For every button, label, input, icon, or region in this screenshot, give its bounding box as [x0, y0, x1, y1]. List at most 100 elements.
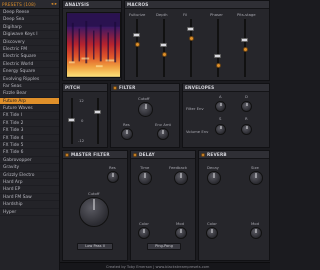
preset-item[interactable]: Electric FM [0, 46, 59, 54]
reverb-size-knob[interactable] [249, 171, 263, 185]
filter-cutoff-knob[interactable] [138, 102, 153, 117]
analysis-header: ANALYSIS [63, 1, 121, 9]
pitch-title: PITCH [65, 85, 81, 90]
reverb-mod-label: Mod [251, 221, 260, 226]
credits-footer: Created by Toby Emerson | www.blackstrea… [60, 262, 270, 270]
delay-time-label: Time [140, 165, 150, 170]
delay-color-knob[interactable] [138, 227, 150, 239]
pitch-header: PITCH [63, 84, 107, 92]
master-filter-res-knob[interactable] [107, 171, 119, 183]
preset-item[interactable]: Digiwave Keys I [0, 31, 59, 39]
filter-title: FILTER [119, 85, 136, 90]
spectrogram-display [66, 12, 121, 78]
preset-item[interactable]: Grizzly Electro [0, 172, 59, 179]
macro-mod-indicator-5 [242, 46, 248, 52]
macro-fader-handle-1[interactable] [133, 32, 140, 37]
preset-item[interactable]: FX Tide 3 [0, 127, 59, 135]
preset-item[interactable]: Deep Reese [0, 9, 59, 17]
preset-item[interactable]: FX Tide 6 [0, 149, 59, 157]
macro-fader-handle-5[interactable] [241, 37, 248, 42]
preset-item[interactable]: Far Seas [0, 83, 59, 91]
delay-title: DELAY [139, 152, 155, 157]
envelopes-title: ENVELOPES [185, 85, 215, 90]
master-filter-cutoff-knob[interactable] [79, 197, 109, 227]
env-decay-label: D [245, 94, 248, 99]
reverb-decay-knob[interactable] [207, 171, 221, 185]
macro-fader-handle-3[interactable] [187, 27, 194, 32]
macro-mod-indicator-3 [188, 36, 194, 42]
macro-fader-handle-2[interactable] [160, 43, 167, 48]
preset-item[interactable]: Electric World [0, 61, 59, 69]
preset-item[interactable]: FX Tide 2 [0, 120, 59, 128]
preset-item[interactable]: Hardship [0, 201, 59, 209]
pitch-range-track [97, 98, 99, 144]
preset-item[interactable]: Energy Square [0, 68, 59, 76]
delay-power-toggle[interactable] [133, 152, 137, 157]
preset-item[interactable]: Hyper [0, 209, 59, 216]
master-filter-type-button[interactable]: Low Pass II [77, 243, 113, 250]
preset-item[interactable]: Gabrovopper [0, 157, 59, 165]
macro-label-1: Fulturize [129, 12, 146, 17]
preset-browser: PRESETS (108) ◂ ▸ Deep Reese Deep Sea Digi… [0, 0, 60, 270]
filter-env-decay-knob[interactable] [241, 101, 252, 112]
preset-item[interactable]: Fizzle Bear [0, 90, 59, 98]
delay-color-label: Color [139, 221, 149, 226]
filter-panel: FILTER Cutoff Res Env Amt [110, 83, 180, 148]
env-attack-label: A [219, 94, 222, 99]
pitch-scale-mid: 0 [81, 118, 84, 123]
env-release-label: R [245, 116, 248, 121]
filter-header: FILTER [111, 84, 179, 92]
preset-browser-header: PRESETS (108) ◂ ▸ [0, 0, 59, 9]
volume-env-sustain-knob[interactable] [215, 124, 226, 135]
reverb-header: REVERB [199, 151, 269, 159]
preset-item[interactable]: Evolving Ripples [0, 76, 59, 83]
preset-item[interactable]: Electric Square [0, 53, 59, 61]
macro-fader-handle-4[interactable] [214, 54, 221, 59]
preset-item[interactable]: FX Tide 5 [0, 142, 59, 150]
filter-cutoff-label: Cutoff [138, 96, 150, 101]
reverb-size-label: Size [251, 165, 259, 170]
delay-feedback-knob[interactable] [174, 171, 188, 185]
filter-res-knob[interactable] [121, 128, 133, 140]
delay-mode-button[interactable]: Ping-Pong [147, 243, 181, 250]
preset-item[interactable]: Digiharp [0, 24, 59, 32]
volume-env-release-knob[interactable] [241, 124, 252, 135]
reverb-color-knob[interactable] [206, 227, 218, 239]
preset-item[interactable]: Hard EP [0, 186, 59, 194]
preset-item[interactable]: Gravity [0, 164, 59, 172]
macro-fader-track-4 [217, 19, 219, 77]
preset-item[interactable]: Deep Sea [0, 16, 59, 24]
delay-time-knob[interactable] [138, 171, 152, 185]
preset-item-selected[interactable]: Future Arp [0, 97, 59, 106]
macro-mod-indicator-1 [134, 41, 140, 47]
reverb-mod-knob[interactable] [250, 227, 262, 239]
filter-env-amt-knob[interactable] [157, 128, 169, 140]
envelopes-header: ENVELOPES [183, 84, 269, 92]
preset-nav-arrows[interactable]: ◂ ▸ [51, 2, 57, 7]
delay-feedback-label: Feedback [169, 165, 188, 170]
preset-item[interactable]: Hard FM Saw [0, 194, 59, 202]
reverb-decay-label: Decay [207, 165, 219, 170]
reverb-title: REVERB [207, 152, 227, 157]
preset-item[interactable]: Discovery [0, 39, 59, 46]
filter-power-toggle[interactable] [113, 85, 117, 90]
filter-env-label: Filter Env [186, 106, 204, 111]
master-filter-power-toggle[interactable] [65, 152, 69, 157]
filter-env-amt-label: Env Amt [155, 122, 172, 127]
macro-label-5: Pits-stage [237, 12, 256, 17]
delay-mod-label: Mod [176, 221, 185, 226]
delay-mod-knob[interactable] [175, 227, 187, 239]
preset-item[interactable]: FX Tide 4 [0, 135, 59, 143]
analysis-title: ANALYSIS [65, 2, 90, 7]
filter-env-attack-knob[interactable] [215, 101, 226, 112]
reverb-color-label: Color [207, 221, 217, 226]
macro-label-2: Depth [156, 12, 168, 17]
preset-item[interactable]: Future Waves [0, 105, 59, 113]
pitch-range-handle[interactable] [94, 110, 101, 114]
pitch-bend-handle[interactable] [68, 118, 75, 122]
macro-label-3: Fil [183, 12, 188, 17]
pitch-panel: PITCH 12 0 -12 [62, 83, 108, 148]
preset-item[interactable]: Hard Arp [0, 179, 59, 187]
preset-item[interactable]: FX Tide I [0, 112, 59, 120]
reverb-power-toggle[interactable] [201, 152, 205, 157]
